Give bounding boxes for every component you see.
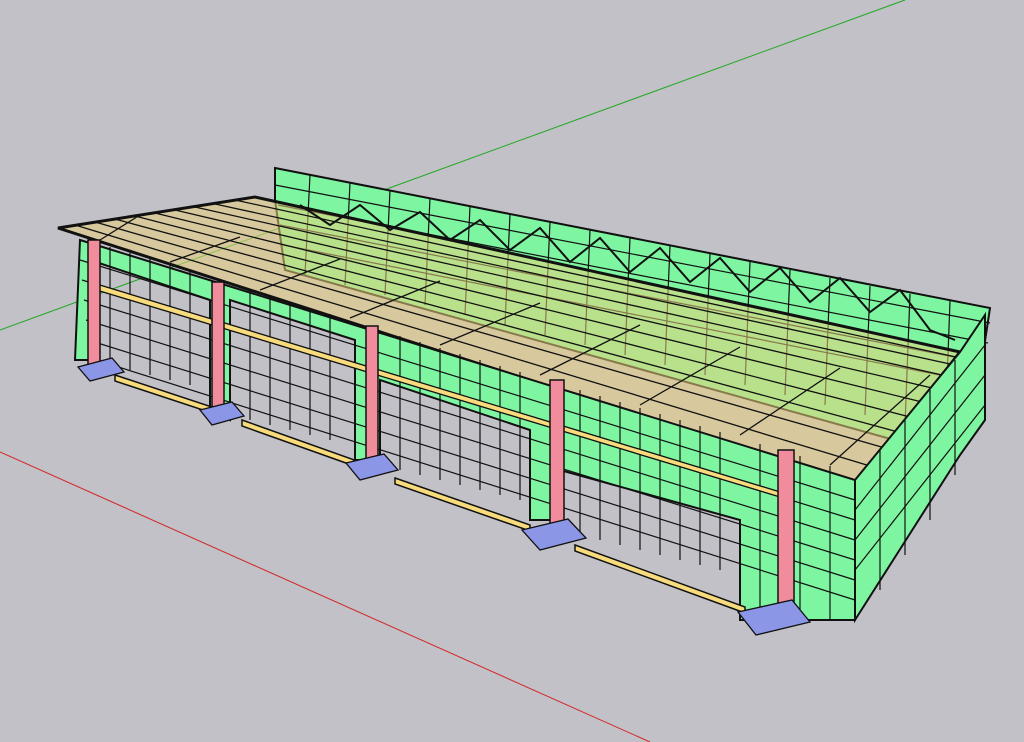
column: [365, 325, 379, 462]
column: [777, 449, 795, 616]
column: [211, 281, 225, 408]
structure-scene[interactable]: [0, 0, 1024, 742]
model-viewport[interactable]: [0, 0, 1024, 742]
column: [549, 379, 565, 529]
column: [87, 239, 101, 366]
footing: [344, 453, 400, 481]
